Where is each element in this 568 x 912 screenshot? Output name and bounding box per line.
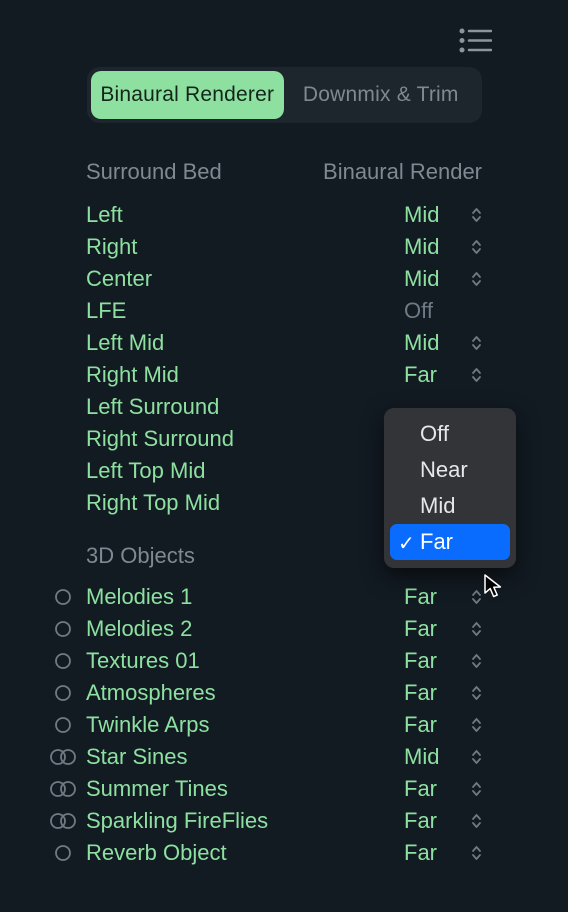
object-label: Twinkle Arps [86, 712, 404, 738]
mono-icon [40, 716, 86, 734]
menu-option-label: Far [420, 529, 453, 554]
channel-label: Right Top Mid [86, 490, 404, 516]
binaural-value[interactable]: Mid [404, 266, 462, 292]
objects-list: Melodies 1FarMelodies 2FarTextures 01Far… [0, 581, 568, 869]
menu-option[interactable]: Near [390, 452, 510, 488]
object-row: Star SinesMid [0, 741, 568, 773]
mono-icon [40, 588, 86, 606]
binaural-value[interactable]: Mid [404, 744, 462, 770]
stereo-icon [40, 812, 86, 830]
binaural-value[interactable]: Mid [404, 330, 462, 356]
binaural-value[interactable]: Mid [404, 234, 462, 260]
object-label: Atmospheres [86, 680, 404, 706]
stepper-caret-icon[interactable] [462, 780, 490, 798]
object-label: Star Sines [86, 744, 404, 770]
object-label: Textures 01 [86, 648, 404, 674]
object-row: AtmospheresFar [0, 677, 568, 709]
menu-option[interactable]: Off [390, 416, 510, 452]
stereo-icon [40, 748, 86, 766]
channel-label: Left Top Mid [86, 458, 404, 484]
object-row: Melodies 1Far [0, 581, 568, 613]
binaural-value[interactable]: Far [404, 648, 462, 674]
mono-icon [40, 652, 86, 670]
column-header-surround-bed: Surround Bed [86, 159, 222, 185]
stepper-caret-icon[interactable] [462, 366, 490, 384]
object-label: Summer Tines [86, 776, 404, 802]
binaural-value[interactable]: Far [404, 616, 462, 642]
check-icon: ✓ [398, 531, 415, 556]
stepper-caret-icon[interactable] [462, 716, 490, 734]
binaural-value[interactable]: Off [404, 298, 462, 324]
binaural-value[interactable]: Far [404, 712, 462, 738]
binaural-value[interactable]: Far [404, 840, 462, 866]
channel-label: Right Mid [86, 362, 404, 388]
channel-label: Right Surround [86, 426, 404, 452]
object-row: Twinkle ArpsFar [0, 709, 568, 741]
menu-option-label: Mid [420, 493, 455, 518]
object-row: Melodies 2Far [0, 613, 568, 645]
list-view-icon[interactable] [459, 28, 492, 53]
object-label: Melodies 2 [86, 616, 404, 642]
tab-binaural-renderer[interactable]: Binaural Renderer [91, 71, 285, 119]
object-row: Summer TinesFar [0, 773, 568, 805]
channel-label: Left Surround [86, 394, 404, 420]
object-label: Sparkling FireFlies [86, 808, 404, 834]
binaural-value[interactable]: Far [404, 362, 462, 388]
channel-label: Right [86, 234, 404, 260]
surround-row: LeftMid [0, 199, 568, 231]
stepper-caret-icon[interactable] [462, 748, 490, 766]
binaural-value[interactable]: Far [404, 776, 462, 802]
object-row: Reverb ObjectFar [0, 837, 568, 869]
surround-row: Left MidMid [0, 327, 568, 359]
channel-label: Left [86, 202, 404, 228]
binaural-value[interactable]: Far [404, 680, 462, 706]
surround-row: Right MidFar [0, 359, 568, 391]
stereo-icon [40, 780, 86, 798]
object-label: Melodies 1 [86, 584, 404, 610]
surround-row: RightMid [0, 231, 568, 263]
binaural-value[interactable]: Mid [404, 202, 462, 228]
mono-icon [40, 620, 86, 638]
mono-icon [40, 844, 86, 862]
menu-option-label: Off [420, 421, 449, 446]
binaural-value[interactable]: Far [404, 808, 462, 834]
surround-row: CenterMid [0, 263, 568, 295]
object-row: Textures 01Far [0, 645, 568, 677]
stepper-caret-icon[interactable] [462, 334, 490, 352]
channel-label: Left Mid [86, 330, 404, 356]
menu-option[interactable]: ✓Far [390, 524, 510, 560]
binaural-value[interactable]: Far [404, 584, 462, 610]
object-label: Reverb Object [86, 840, 404, 866]
mode-tabs: Binaural Renderer Downmix & Trim [87, 67, 482, 123]
stepper-caret-icon[interactable] [462, 620, 490, 638]
stepper-caret-icon[interactable] [462, 684, 490, 702]
binaural-distance-menu[interactable]: OffNearMid✓Far [384, 408, 516, 568]
channel-label: LFE [86, 298, 404, 324]
column-header-binaural-render: Binaural Render [323, 159, 482, 185]
mono-icon [40, 684, 86, 702]
object-row: Sparkling FireFliesFar [0, 805, 568, 837]
stepper-caret-icon[interactable] [462, 812, 490, 830]
stepper-caret-icon[interactable] [462, 844, 490, 862]
menu-option[interactable]: Mid [390, 488, 510, 524]
surround-row: LFEOff [0, 295, 568, 327]
tab-downmix-trim[interactable]: Downmix & Trim [284, 71, 478, 119]
stepper-caret-icon[interactable] [462, 238, 490, 256]
stepper-caret-icon[interactable] [462, 588, 490, 606]
menu-option-label: Near [420, 457, 468, 482]
stepper-caret-icon[interactable] [462, 206, 490, 224]
stepper-caret-icon[interactable] [462, 652, 490, 670]
stepper-caret-icon[interactable] [462, 270, 490, 288]
channel-label: Center [86, 266, 404, 292]
